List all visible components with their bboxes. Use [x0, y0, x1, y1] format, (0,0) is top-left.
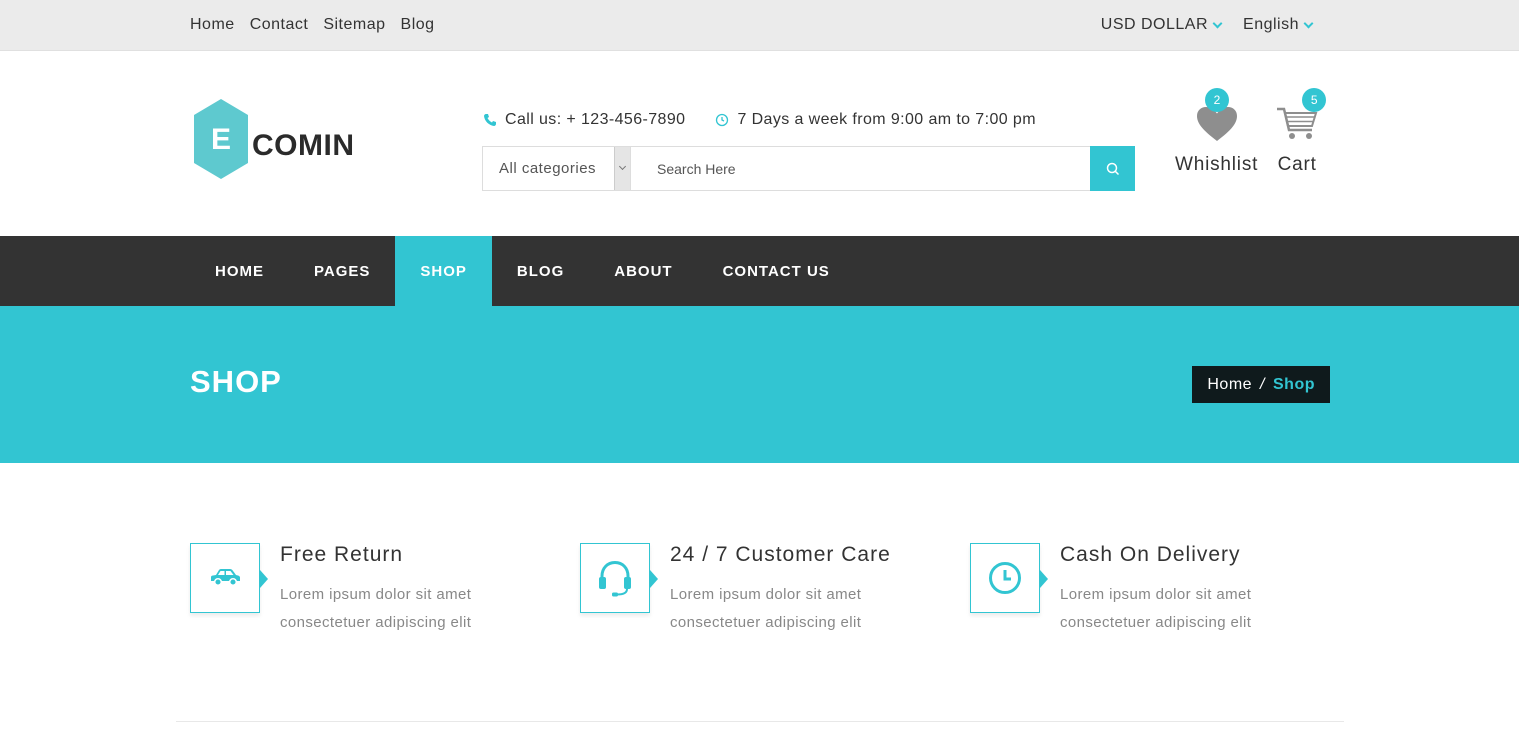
breadcrumb-current: Shop	[1273, 375, 1315, 393]
car-icon	[211, 569, 240, 587]
phone-icon	[484, 114, 496, 126]
wishlist-count-badge: 2	[1205, 88, 1229, 112]
logo-hexagon-icon: E	[194, 99, 248, 179]
language-dropdown[interactable]: English	[1243, 16, 1314, 34]
nav-item-home[interactable]: HOME	[190, 236, 289, 306]
logo[interactable]: E COMIN	[194, 99, 355, 179]
category-selected: All categories	[499, 160, 597, 177]
top-link-contact[interactable]: Contact	[250, 16, 309, 34]
feature-icon-box	[970, 543, 1048, 613]
category-select[interactable]: All categories	[483, 147, 631, 190]
top-bar: Home Contact Sitemap Blog USD DOLLAR Eng…	[0, 0, 1519, 51]
hours-text: 7 Days a week from 9:00 am to 7:00 pm	[737, 111, 1036, 128]
divider	[176, 721, 1344, 722]
cart-label: Cart	[1277, 154, 1317, 175]
contact-info: Call us: + 123-456-7890 7 Days a week fr…	[483, 111, 1036, 129]
language-label: English	[1243, 16, 1299, 33]
nav-item-contact-us[interactable]: CONTACT US	[698, 236, 855, 306]
top-link-blog[interactable]: Blog	[401, 16, 435, 34]
phone-text: Call us: + 123-456-7890	[505, 111, 686, 128]
logo-text: COMIN	[252, 129, 355, 162]
feature-desc: Lorem ipsum dolor sit amet consectetuer …	[670, 586, 862, 631]
feature-desc: Lorem ipsum dolor sit amet consectetuer …	[1060, 586, 1252, 631]
headset-icon	[599, 560, 631, 597]
nav-item-pages[interactable]: PAGES	[289, 236, 395, 306]
cart-count-badge: 5	[1302, 88, 1327, 112]
feature-title: Cash On Delivery	[1060, 543, 1241, 566]
feature-title: Free Return	[280, 543, 404, 566]
breadcrumb-home[interactable]: Home	[1207, 376, 1252, 394]
page-banner: SHOP Home / Shop	[0, 306, 1519, 463]
site-header: E COMIN Call us: + 123-456-7890 7 Days a…	[0, 51, 1519, 236]
feature-icon-box	[190, 543, 268, 613]
clock-icon	[716, 113, 729, 127]
breadcrumb: Home / Shop	[1192, 366, 1330, 403]
feature-icon-box	[580, 543, 658, 613]
chevron-down-icon	[618, 162, 627, 171]
currency-label: USD DOLLAR	[1100, 16, 1209, 33]
feature-title: 24 / 7 Customer Care	[670, 543, 891, 566]
cart-button[interactable]: 5 Cart	[1276, 88, 1327, 176]
features-section: Free Return Lorem ipsum dolor sit amet c…	[0, 463, 1519, 722]
search-button[interactable]	[1090, 146, 1135, 191]
search-input[interactable]	[631, 147, 1090, 190]
page-title: SHOP	[190, 364, 282, 399]
wishlist-button[interactable]: 2 Whishlist	[1175, 88, 1259, 176]
nav-item-shop[interactable]: SHOP	[395, 236, 492, 306]
top-link-sitemap[interactable]: Sitemap	[323, 16, 385, 34]
top-links: Home Contact Sitemap Blog	[190, 16, 435, 34]
currency-dropdown[interactable]: USD DOLLAR	[1100, 16, 1223, 34]
logo-letter: E	[211, 123, 231, 156]
feature-desc: Lorem ipsum dolor sit amet consectetuer …	[280, 586, 472, 631]
main-nav: HOME PAGES SHOP BLOG ABOUT CONTACT US	[0, 236, 1519, 306]
nav-item-about[interactable]: ABOUT	[589, 236, 697, 306]
top-link-home[interactable]: Home	[190, 16, 235, 34]
search-bar: All categories	[482, 146, 1135, 191]
chevron-down-icon	[1303, 18, 1314, 28]
breadcrumb-separator: /	[1260, 375, 1265, 393]
chevron-down-icon	[1212, 18, 1223, 28]
search-icon	[1106, 162, 1119, 175]
category-arrow[interactable]	[614, 147, 630, 190]
nav-item-blog[interactable]: BLOG	[492, 236, 589, 306]
clock-icon	[989, 562, 1021, 594]
wishlist-label: Whishlist	[1175, 154, 1259, 175]
